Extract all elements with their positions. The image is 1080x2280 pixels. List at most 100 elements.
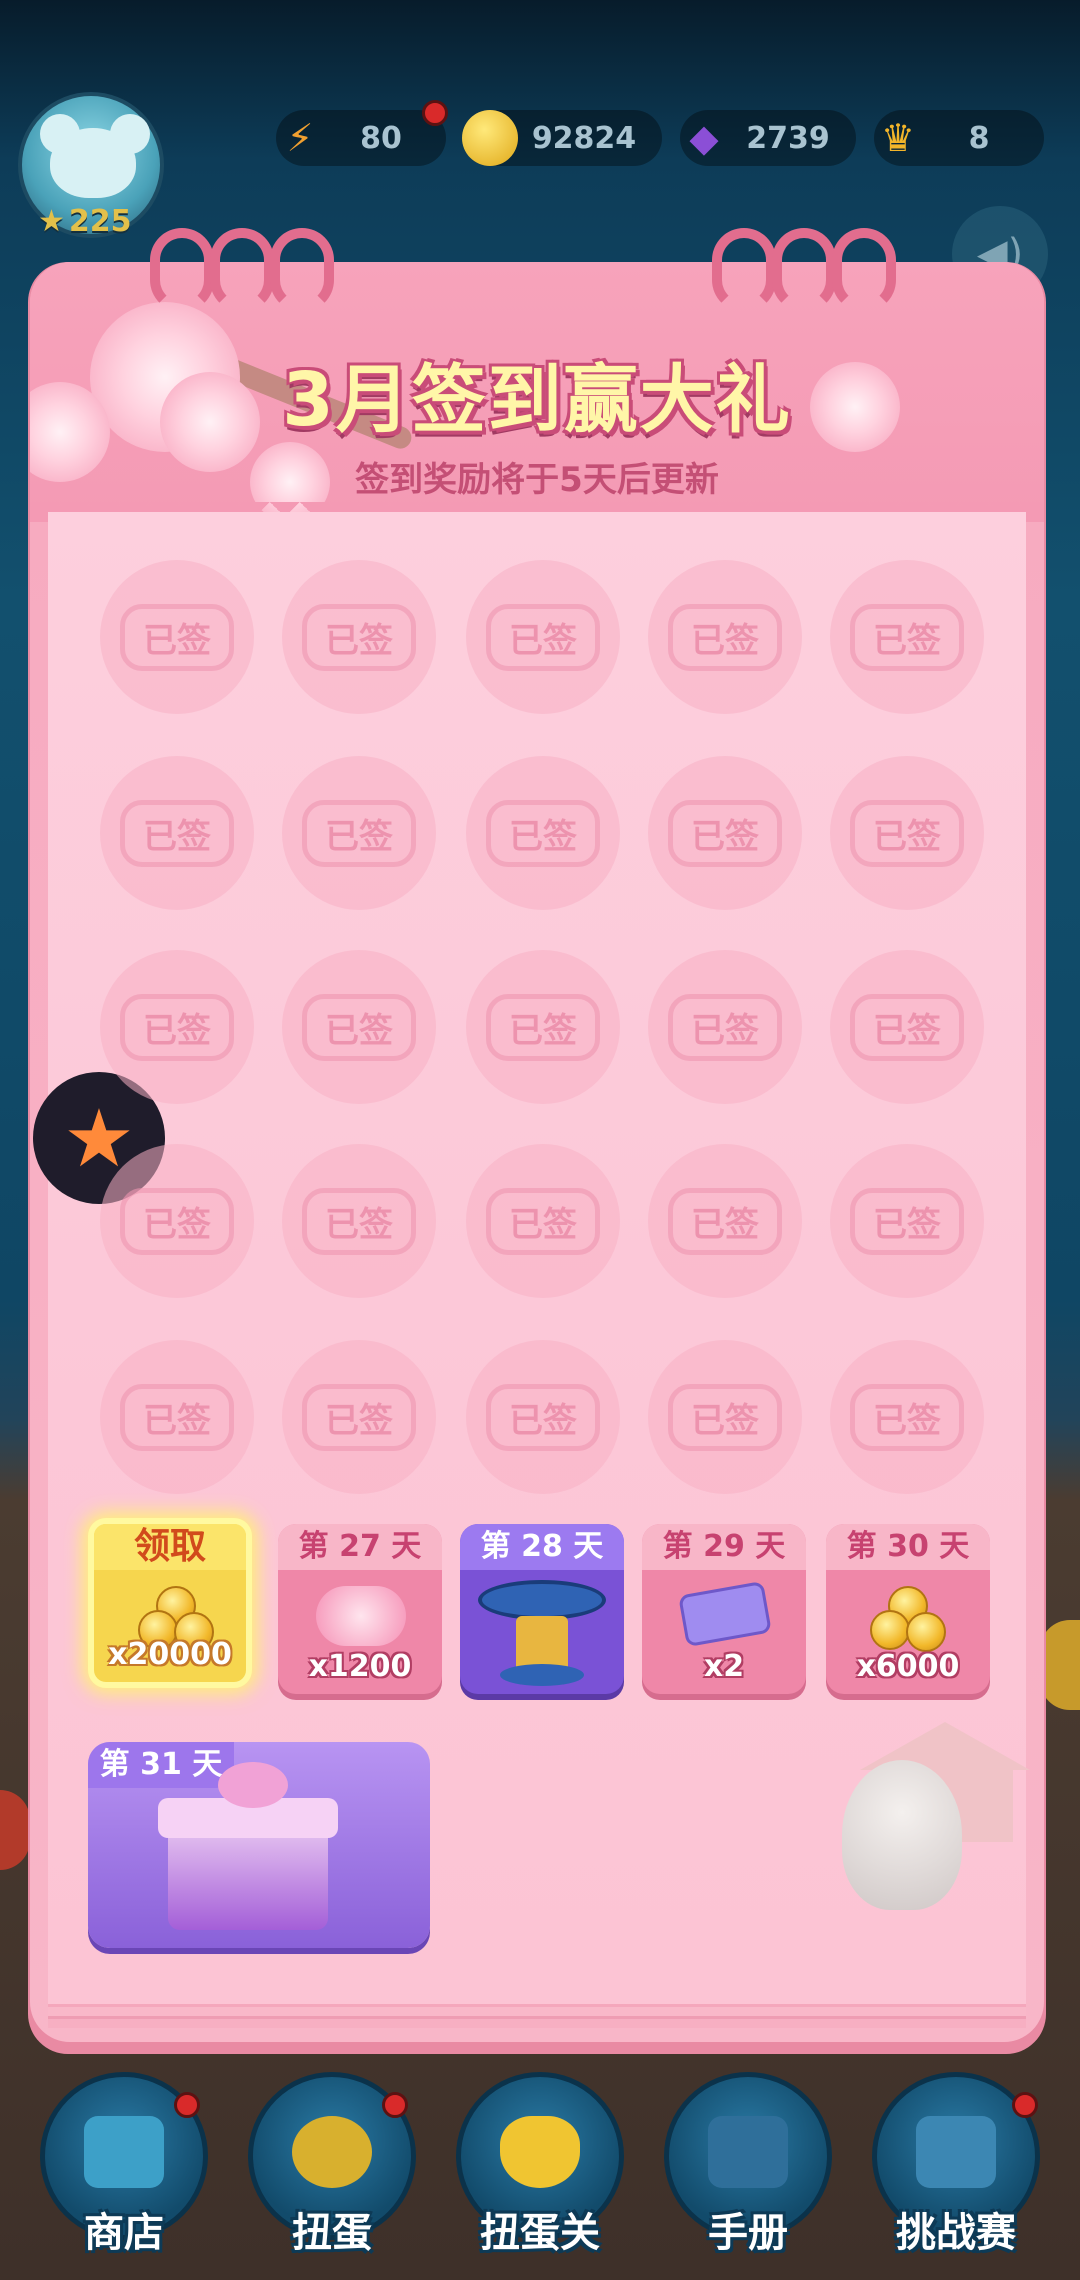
signed-day-cell: 已签 [466, 756, 620, 910]
pink-cloud-icon [316, 1586, 406, 1646]
binder-ring [150, 228, 214, 312]
signed-day-cell: 已签 [466, 1144, 620, 1298]
reward-day-label: 第 30 天 [826, 1524, 990, 1570]
nav-notification-dot [382, 2092, 408, 2118]
signed-stamp: 已签 [486, 603, 600, 671]
signed-day-cell: 已签 [282, 950, 436, 1104]
nav-label: 商店 [84, 2210, 164, 2256]
crown-icon: ♛ [880, 116, 916, 160]
nav-label: 扭蛋关 [480, 2210, 600, 2256]
nav-label: 手册 [708, 2210, 788, 2256]
signed-stamp: 已签 [668, 603, 782, 671]
reward-card-day-30[interactable]: 第 30 天 x6000 [826, 1524, 990, 1694]
signed-day-cell: 已签 [466, 950, 620, 1104]
nav-gacha-level[interactable]: 扭蛋关 [456, 2072, 624, 2256]
reward-day-label: 第 28 天 [460, 1524, 624, 1570]
gem-icon: ◆ [689, 116, 719, 160]
star-icon: ★ [38, 204, 65, 239]
signed-day-cell: 已签 [830, 950, 984, 1104]
signed-stamp: 已签 [850, 603, 964, 671]
energy-counter[interactable]: ⚡ 80 [276, 110, 446, 166]
nav-notification-dot [1012, 2092, 1038, 2118]
signed-day-cell: 已签 [648, 1144, 802, 1298]
lightning-icon: ⚡ [286, 116, 314, 160]
reward-card-claim[interactable]: 领取 x20000 [88, 1518, 252, 1688]
signed-day-cell: 已签 [282, 756, 436, 910]
pedestal-icon [478, 1580, 606, 1620]
signed-day-cell: 已签 [282, 1340, 436, 1494]
signed-day-cell: 已签 [466, 560, 620, 714]
player-star-count: ★ 225 [38, 204, 132, 239]
signed-stamp: 已签 [302, 603, 416, 671]
coin-icon [462, 110, 518, 166]
signed-stamp: 已签 [120, 799, 234, 867]
reward-card-day-28[interactable]: 第 28 天 [460, 1524, 624, 1694]
reward-day-label: 第 27 天 [278, 1524, 442, 1570]
gift-bow [218, 1762, 288, 1808]
gem-counter[interactable]: ◆ 2739 [680, 110, 856, 166]
coins-value: 92824 [531, 120, 637, 156]
signed-stamp: 已签 [850, 1187, 964, 1255]
binder-ring [270, 228, 334, 312]
signed-day-cell: 已签 [100, 560, 254, 714]
signed-day-cell: 已签 [282, 560, 436, 714]
signed-stamp: 已签 [850, 993, 964, 1061]
side-edge-decoration [1040, 1620, 1080, 1710]
paper-page-edge [48, 2016, 1026, 2028]
binder-ring [712, 228, 776, 312]
signed-stamp: 已签 [120, 1383, 234, 1451]
signed-day-cell: 已签 [648, 560, 802, 714]
reward-day-label: 第 29 天 [642, 1524, 806, 1570]
energy-notification-dot [422, 100, 448, 126]
reward-card-day-31[interactable]: 第 31 天 [88, 1742, 430, 1948]
challenge-icon [916, 2116, 996, 2188]
binder-ring [772, 228, 836, 312]
signed-stamp: 已签 [302, 993, 416, 1061]
gems-value: 2739 [746, 120, 830, 156]
nav-label: 扭蛋 [292, 2210, 372, 2256]
player-stars-value: 225 [68, 204, 132, 239]
signed-stamp: 已签 [120, 993, 234, 1061]
calendar-subtitle: 签到奖励将于5天后更新 [355, 460, 719, 500]
signed-day-cell: 已签 [282, 1144, 436, 1298]
signed-day-cell: 已签 [648, 756, 802, 910]
reward-day-label: 第 31 天 [88, 1742, 234, 1788]
signed-stamp: 已签 [668, 1383, 782, 1451]
signed-stamp: 已签 [850, 1383, 964, 1451]
signed-stamp: 已签 [120, 1187, 234, 1255]
signed-stamp: 已签 [302, 1383, 416, 1451]
claim-label: 领取 [94, 1524, 246, 1570]
crown-counter[interactable]: ♛ 8 [874, 110, 1044, 166]
handbook-icon [708, 2116, 788, 2188]
reward-card-day-29[interactable]: 第 29 天 x2 [642, 1524, 806, 1694]
reward-amount: x20000 [108, 1637, 232, 1672]
cat-statue-decoration [842, 1760, 962, 1910]
signed-day-cell: 已签 [830, 756, 984, 910]
signed-stamp: 已签 [668, 1187, 782, 1255]
paper-page-edge [48, 2004, 1026, 2016]
nav-handbook[interactable]: 手册 [664, 2072, 832, 2256]
crowns-value: 8 [968, 120, 990, 156]
signed-stamp: 已签 [486, 993, 600, 1061]
signed-day-cell: 已签 [100, 1340, 254, 1494]
signed-day-cell: 已签 [830, 560, 984, 714]
binder-ring [210, 228, 274, 312]
reward-amount: x2 [703, 1649, 745, 1684]
gacha-level-icon [500, 2116, 580, 2188]
reward-card-day-27[interactable]: 第 27 天 x1200 [278, 1524, 442, 1694]
ticket-icon [678, 1580, 772, 1648]
signed-stamp: 已签 [668, 993, 782, 1061]
gacha-icon [292, 2116, 372, 2188]
reward-amount: x6000 [856, 1649, 960, 1684]
coin-counter[interactable]: 92824 [462, 110, 662, 166]
signed-day-cell: 已签 [648, 1340, 802, 1494]
signed-day-cell: 已签 [100, 756, 254, 910]
energy-value: 80 [360, 120, 402, 156]
reward-amount: x1200 [308, 1649, 412, 1684]
pedestal-foot [500, 1664, 584, 1686]
signed-day-cell: 已签 [100, 1144, 254, 1298]
signed-day-cell: 已签 [466, 1340, 620, 1494]
signed-stamp: 已签 [486, 1383, 600, 1451]
shop-icon [84, 2116, 164, 2188]
signed-stamp: 已签 [850, 799, 964, 867]
